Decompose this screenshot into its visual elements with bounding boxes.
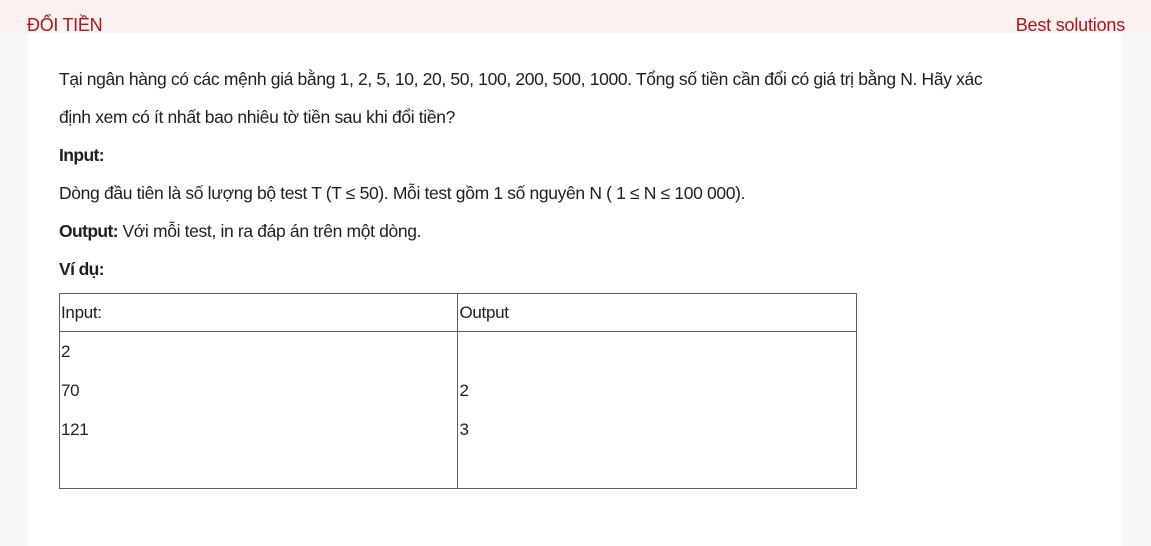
example-output-line: 3 xyxy=(459,420,469,439)
output-line: Output: Với mỗi test, in ra đáp án trên … xyxy=(59,215,1099,253)
example-output-line: 2 xyxy=(459,381,469,400)
input-heading-line: Input: xyxy=(59,139,1099,177)
input-description: Dòng đầu tiên là số lượng bộ test T (T ≤… xyxy=(59,183,746,203)
example-table: Input: Output 2 70 121 2 3 xyxy=(58,293,857,489)
example-output-line xyxy=(459,332,856,371)
output-heading: Output: xyxy=(59,221,119,241)
problem-statement-line-2: định xem có ít nhất bao nhiêu tờ tiền sa… xyxy=(59,107,455,127)
input-heading: Input: xyxy=(59,145,105,165)
problem-card: Tại ngân hàng có các mệnh giá bằng 1, 2,… xyxy=(28,33,1121,546)
problem-content: Tại ngân hàng có các mệnh giá bằng 1, 2,… xyxy=(59,63,1099,291)
example-input-line: 121 xyxy=(61,420,89,439)
problem-page: ĐỔI TIỀN Best solutions Tại ngân hàng có… xyxy=(0,0,1151,546)
header-bar: ĐỔI TIỀN Best solutions xyxy=(0,0,1151,35)
example-table-body-row: 2 70 121 2 3 xyxy=(58,331,857,489)
example-output-cell: 2 3 xyxy=(457,331,857,489)
example-heading: Ví dụ: xyxy=(59,259,105,279)
problem-statement-line-1: Tại ngân hàng có các mệnh giá bằng 1, 2,… xyxy=(59,69,983,89)
input-column-header: Input: xyxy=(58,293,459,332)
output-description: Với mỗi test, in ra đáp án trên một dòng… xyxy=(117,221,422,241)
example-input-line: 70 xyxy=(61,381,80,400)
output-column-header: Output xyxy=(457,293,857,332)
example-input-line: 2 xyxy=(61,342,71,361)
example-table-header-row: Input: Output xyxy=(58,293,857,332)
example-input-line xyxy=(61,449,457,488)
example-heading-line: Ví dụ: xyxy=(59,253,1099,291)
example-output-line xyxy=(459,449,856,488)
example-input-cell: 2 70 121 xyxy=(58,331,459,489)
